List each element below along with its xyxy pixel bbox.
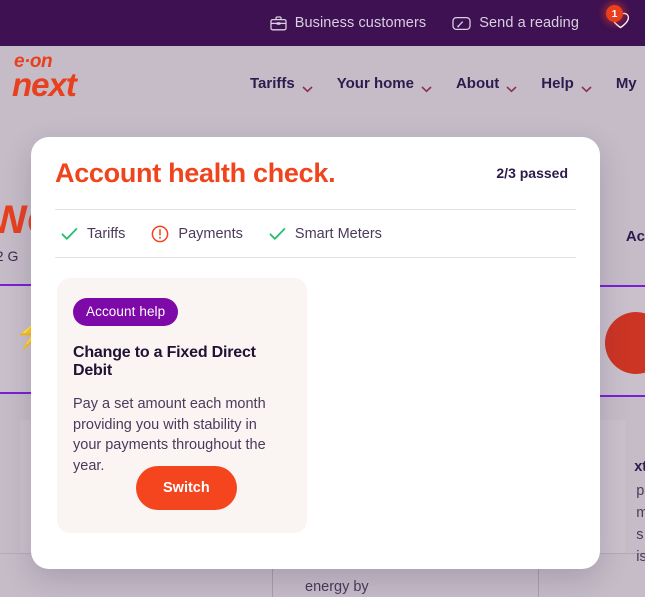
top-utility-bar: Business customers Send a reading 1: [0, 0, 645, 46]
page-root: We 92 G ⚡ Ac xt paym paymement iss after…: [0, 0, 645, 597]
nav-item-label: Help: [541, 74, 574, 92]
favourites-badge-count: 1: [606, 5, 623, 22]
nav-item-your-home[interactable]: Your home: [337, 75, 432, 92]
modal-header: Account health check. 2/3 passed: [31, 137, 600, 209]
warning-circle-icon: [151, 225, 169, 243]
background-energy-text: energy by: [305, 579, 369, 595]
send-a-reading-link[interactable]: Send a reading: [452, 15, 579, 31]
check-icon: [61, 227, 78, 241]
card-title: Change to a Fixed Direct Debit: [73, 344, 256, 379]
business-customers-link[interactable]: Business customers: [270, 15, 427, 31]
status-item-tariffs[interactable]: Tariffs: [61, 226, 125, 242]
status-row: Tariffs Payments Smart Meters: [31, 210, 600, 257]
gauge-icon: [452, 16, 471, 31]
status-item-label: Smart Meters: [294, 226, 382, 242]
status-badge: 2/3 passed: [496, 165, 568, 181]
background-meter-text: 92 G: [0, 248, 19, 264]
chevron-down-icon: [581, 80, 592, 92]
nav-items-list: Tariffs Your home About Help My: [250, 46, 637, 120]
switch-button[interactable]: Switch: [136, 466, 237, 510]
card-carousel: Account help Change to a Fixed Direct De…: [31, 258, 600, 533]
nav-item-tariffs[interactable]: Tariffs: [250, 75, 313, 92]
logo-next-text: next: [12, 66, 77, 103]
check-icon: [269, 227, 286, 241]
nav-item-about[interactable]: About: [456, 75, 517, 92]
status-item-label: Payments: [178, 226, 243, 242]
nav-item-my-account[interactable]: My: [616, 75, 637, 92]
briefcase-icon: [270, 15, 287, 31]
account-health-check-modal: Account health check. 2/3 passed Tariffs: [31, 137, 600, 569]
status-item-label: Tariffs: [87, 226, 126, 242]
nav-item-label: Tariffs: [250, 74, 295, 92]
chevron-down-icon: [506, 80, 517, 92]
card-category-badge: Account help: [73, 298, 179, 326]
carousel-next-button[interactable]: [580, 331, 600, 383]
nav-item-label: Your home: [336, 74, 414, 92]
page-title: Account health check.: [55, 157, 336, 188]
card-description: Pay a set amount each month providing yo…: [73, 396, 266, 474]
chevron-down-icon: [421, 80, 432, 92]
business-customers-label: Business customers: [294, 15, 427, 31]
main-navigation-bar: e·on next Tariffs Your home About Help M…: [0, 46, 645, 120]
send-a-reading-label: Send a reading: [479, 15, 579, 31]
eon-next-logo[interactable]: e·on next: [12, 52, 108, 110]
chevron-right-icon: [586, 331, 600, 383]
status-item-smart-meters[interactable]: Smart Meters: [269, 226, 382, 242]
background-payment-text: paymement iss afterissued.: [636, 483, 645, 565]
nav-item-label: My: [615, 74, 637, 92]
background-next-payment-title: xt paym: [634, 459, 645, 475]
chevron-down-icon: [302, 80, 313, 92]
background-account-label: Ac: [625, 228, 645, 245]
status-item-payments[interactable]: Payments: [151, 225, 243, 243]
favourites-button[interactable]: 1: [605, 5, 635, 38]
nav-item-help[interactable]: Help: [541, 75, 592, 92]
nav-item-label: About: [455, 74, 500, 92]
account-help-card: Account help Change to a Fixed Direct De…: [57, 278, 307, 533]
